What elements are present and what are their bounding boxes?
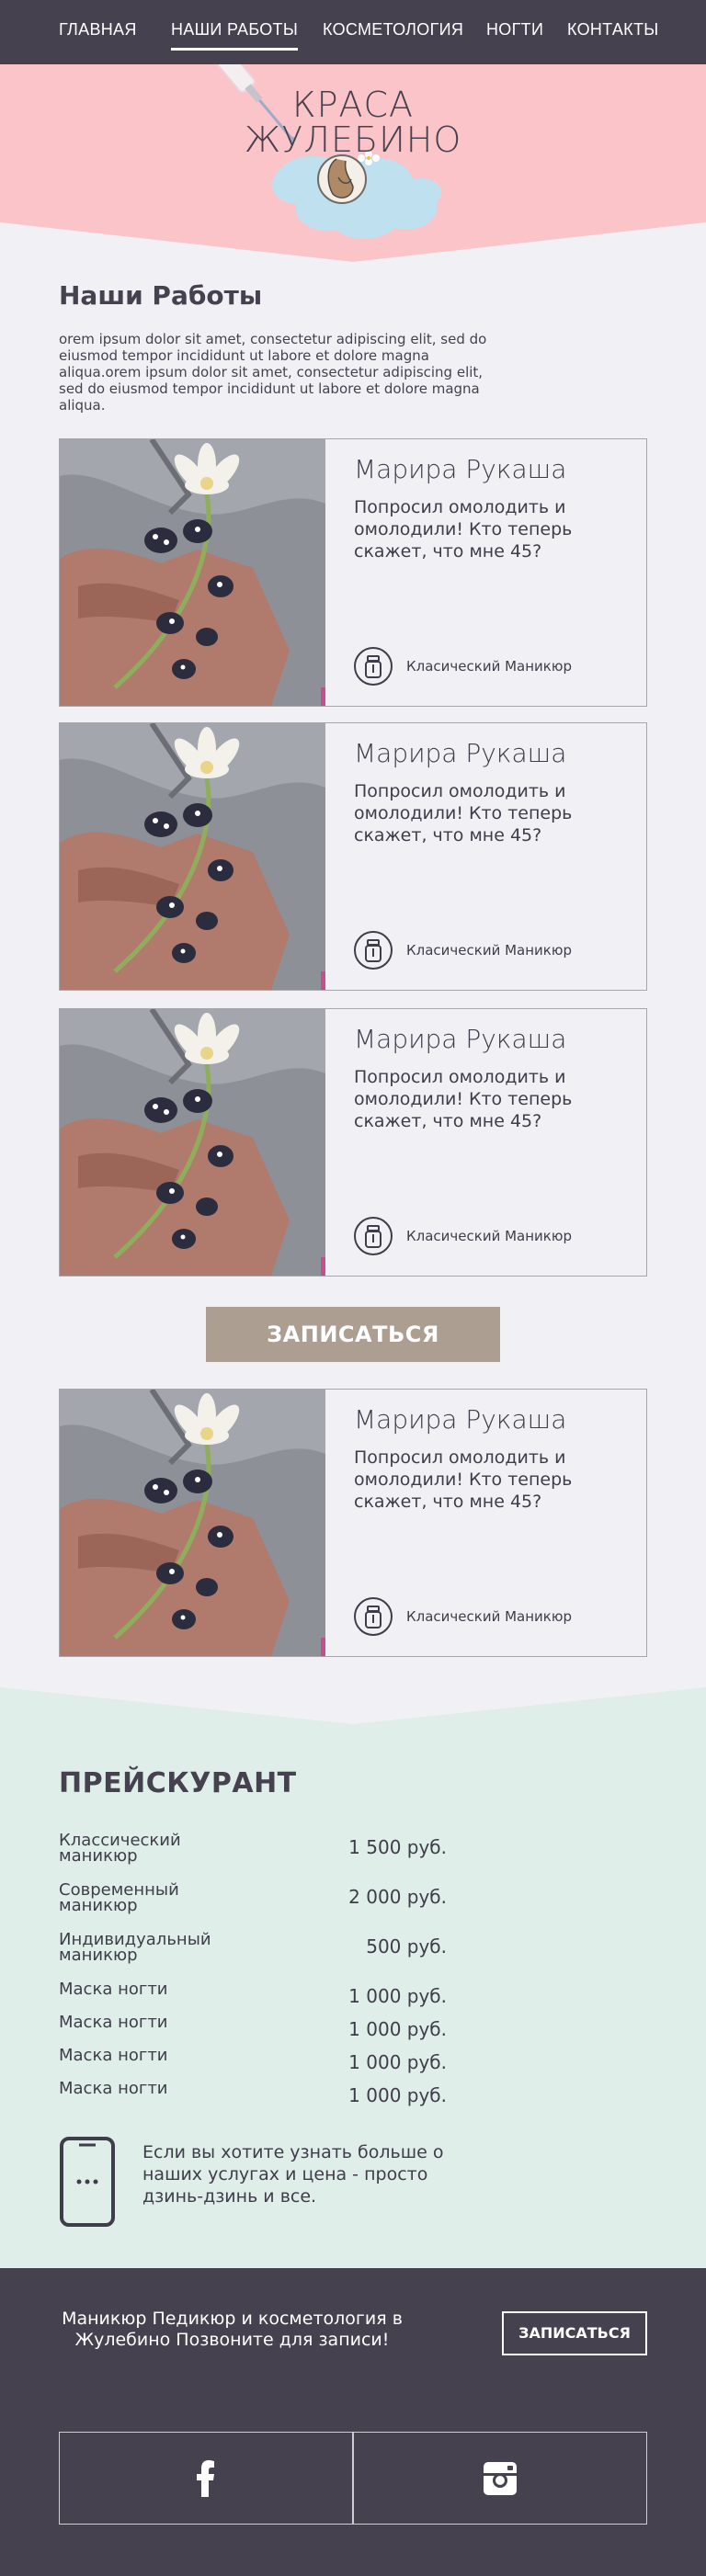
- price-item-value: 1 000 руб.: [348, 2018, 447, 2040]
- brand-name-line2: ЖУЛЕБИНО: [244, 119, 462, 160]
- price-item-value: 1 000 руб.: [348, 1985, 447, 2007]
- facebook-icon: [197, 2459, 214, 2497]
- client-quote: Попросил омолодить и омолодили! Кто тепе…: [354, 1067, 573, 1131]
- price-item-name: Маска ногти: [59, 2079, 168, 2098]
- service-label: Класический Маникюр: [406, 942, 572, 959]
- phone-icon: [60, 2137, 115, 2227]
- book-appointment-button[interactable]: ЗАПИСАТЬСЯ: [206, 1307, 500, 1362]
- price-item-value: 2 000 руб.: [348, 1886, 447, 1908]
- price-item-name: Маска ногти: [59, 2013, 168, 2032]
- contact-note: Если вы хотите узнать больше о наших усл…: [142, 2142, 444, 2207]
- section-title-works: Наши Работы: [59, 280, 263, 311]
- top-navigation: ГЛАВНАЯ НАШИ РАБОТЫ КОСМЕТОЛОГИЯ НОГТИ К…: [0, 0, 706, 64]
- client-quote: Попросил омолодить и омолодили! Кто тепе…: [354, 781, 573, 845]
- section-description: orem ipsum dolor sit amet, consectetur a…: [59, 331, 487, 414]
- client-name: Марира Рукаша: [354, 738, 567, 768]
- hero-banner: КРАСА ЖУЛЕБИНО: [0, 64, 706, 262]
- price-item-name: Маска ногти: [59, 1980, 168, 1999]
- work-photo: [60, 1009, 325, 1276]
- footer-book-button[interactable]: ЗАПИСАТЬСЯ: [502, 2311, 647, 2355]
- manicure-icon: [354, 647, 393, 686]
- price-item-name: Маска ногти: [59, 2046, 168, 2065]
- footer: Маникюр Педикюр и косметология в Жулебин…: [0, 2268, 706, 2576]
- work-card: Марира Рукаша Попросил омолодить и омоло…: [59, 722, 647, 991]
- facebook-link[interactable]: [59, 2432, 353, 2525]
- price-item-value: 1 000 руб.: [348, 2051, 447, 2073]
- nav-item-cosmetology[interactable]: КОСМЕТОЛОГИЯ: [323, 20, 463, 40]
- nav-item-contacts[interactable]: КОНТАКТЫ: [567, 20, 659, 40]
- price-item-name: Индивидуальный маникюр: [59, 1930, 211, 1965]
- client-quote: Попросил омолодить и омолодили! Кто тепе…: [354, 497, 573, 562]
- service-label: Класический Маникюр: [406, 1608, 572, 1625]
- nav-item-home[interactable]: ГЛАВНАЯ: [59, 20, 137, 40]
- work-card: Марира Рукаша Попросил омолодить и омоло…: [59, 1389, 647, 1657]
- instagram-link[interactable]: [353, 2432, 647, 2525]
- price-item-name: Современный маникюр: [59, 1880, 179, 1915]
- service-label: Класический Маникюр: [406, 1228, 572, 1244]
- price-item-name: Классический маникюр: [59, 1831, 181, 1866]
- work-photo: [60, 439, 325, 706]
- work-photo: [60, 1390, 325, 1656]
- price-item-value: 1 500 руб.: [348, 1836, 447, 1858]
- manicure-icon: [354, 1597, 393, 1636]
- price-list-title: ПРЕЙСКУРАНТ: [59, 1767, 297, 1799]
- price-item-value: 1 000 руб.: [348, 2084, 447, 2106]
- nav-item-nails[interactable]: НОГТИ: [486, 20, 543, 40]
- manicure-icon: [354, 1217, 393, 1255]
- work-card: Марира Рукаша Попросил омолодить и омоло…: [59, 1008, 647, 1277]
- service-label: Класический Маникюр: [406, 658, 572, 675]
- price-item-value: 500 руб.: [366, 1935, 447, 1958]
- manicure-icon: [354, 931, 393, 970]
- work-photo: [60, 723, 325, 990]
- client-quote: Попросил омолодить и омолодили! Кто тепе…: [354, 1447, 573, 1512]
- nav-item-works[interactable]: НАШИ РАБОТЫ: [171, 20, 299, 51]
- client-name: Марира Рукаша: [354, 1404, 567, 1435]
- client-name: Марира Рукаша: [354, 454, 567, 484]
- footer-text: Маникюр Педикюр и косметология в Жулебин…: [62, 2309, 403, 2350]
- work-card: Марира Рукаша Попросил омолодить и омоло…: [59, 438, 647, 707]
- instagram-icon: [484, 2461, 517, 2495]
- client-name: Марира Рукаша: [354, 1024, 567, 1054]
